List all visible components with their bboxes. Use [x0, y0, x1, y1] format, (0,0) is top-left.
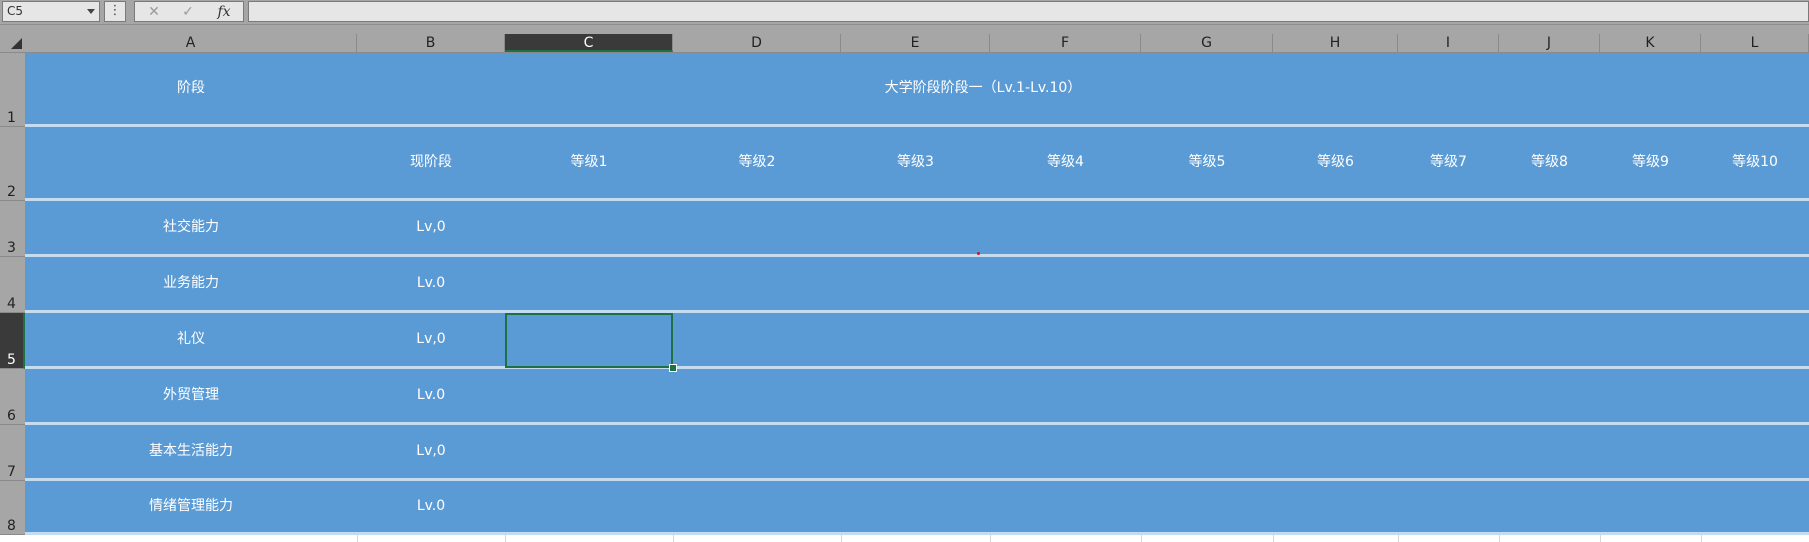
- gridline: [1600, 535, 1601, 542]
- row-header-5[interactable]: 5: [0, 313, 25, 369]
- skill-current-level-cell[interactable]: Lv.0: [357, 369, 505, 422]
- row-number: 6: [7, 408, 16, 424]
- comment-marker: [977, 252, 980, 255]
- fill-handle[interactable]: [669, 364, 677, 372]
- column-header-i[interactable]: I: [1398, 34, 1499, 52]
- cell-level-7[interactable]: 等级7: [1398, 127, 1499, 198]
- name-box[interactable]: C5: [2, 1, 100, 22]
- formula-bar: C5 ⋮ ✕ ✓ fx: [0, 0, 1809, 25]
- column-header-l[interactable]: L: [1701, 34, 1809, 52]
- cell-level-1[interactable]: 等级1: [505, 127, 673, 198]
- row-header-4[interactable]: 4: [0, 257, 25, 313]
- row-number: 3: [7, 240, 16, 256]
- skill-current-level-cell[interactable]: Lv,0: [357, 201, 505, 254]
- skill-name-cell[interactable]: 外贸管理: [25, 369, 357, 422]
- row-number: 5: [7, 352, 16, 368]
- column-headers: ABCDEFGHIJKL: [0, 34, 1809, 53]
- column-header-b[interactable]: B: [357, 34, 505, 52]
- row-number: 2: [7, 184, 16, 200]
- cell-b1-merged-title[interactable]: 大学阶段阶段一（Lv.1-Lv.10）: [357, 53, 1609, 124]
- cell-level-5[interactable]: 等级5: [1141, 127, 1273, 198]
- gridline: [1499, 535, 1500, 542]
- column-header-d[interactable]: D: [673, 34, 841, 52]
- column-header-k[interactable]: K: [1600, 34, 1701, 52]
- gridline: [1701, 535, 1702, 542]
- row-header-7[interactable]: 7: [0, 425, 25, 481]
- row-number: 7: [7, 464, 16, 480]
- gridline: [505, 535, 506, 542]
- skill-current-level-cell[interactable]: Lv.0: [357, 257, 505, 310]
- next-row-strip: [0, 535, 1809, 542]
- name-box-value: C5: [7, 4, 24, 18]
- row-header-1[interactable]: 1: [0, 53, 25, 127]
- cell-level-8[interactable]: 等级8: [1499, 127, 1600, 198]
- gridline: [673, 535, 674, 542]
- skill-current-level-cell[interactable]: Lv,0: [357, 313, 505, 366]
- gridline: [841, 535, 842, 542]
- select-all-icon: [11, 38, 22, 49]
- column-header-c[interactable]: C: [505, 34, 673, 52]
- cancel-icon[interactable]: ✕: [141, 2, 167, 22]
- cell-level-4[interactable]: 等级4: [990, 127, 1141, 198]
- gridline: [357, 535, 358, 542]
- skill-current-level-cell[interactable]: Lv.0: [357, 481, 505, 532]
- column-header-a[interactable]: A: [25, 34, 357, 52]
- gridline: [1398, 535, 1399, 542]
- gridline: [990, 535, 991, 542]
- column-header-g[interactable]: G: [1141, 34, 1273, 52]
- confirm-icon[interactable]: ✓: [175, 2, 201, 22]
- column-header-j[interactable]: J: [1499, 34, 1600, 52]
- row-header-6[interactable]: 6: [0, 369, 25, 425]
- skill-name-cell[interactable]: 社交能力: [25, 201, 357, 254]
- selected-cell-c5[interactable]: [505, 313, 673, 368]
- row-number: 1: [7, 110, 16, 126]
- toolbar-gap: [0, 25, 1809, 34]
- select-all-button[interactable]: [0, 34, 25, 52]
- more-options-icon[interactable]: ⋮: [104, 1, 126, 22]
- chevron-down-icon[interactable]: [87, 9, 95, 14]
- skill-current-level-cell[interactable]: Lv,0: [357, 425, 505, 478]
- cell-a1[interactable]: 阶段: [25, 53, 357, 124]
- column-header-f[interactable]: F: [990, 34, 1141, 52]
- column-header-h[interactable]: H: [1273, 34, 1398, 52]
- cell-level-2[interactable]: 等级2: [673, 127, 841, 198]
- column-header-e[interactable]: E: [841, 34, 990, 52]
- skill-name-cell[interactable]: 基本生活能力: [25, 425, 357, 478]
- cell-b2[interactable]: 现阶段: [357, 127, 505, 198]
- cell-level-3[interactable]: 等级3: [841, 127, 990, 198]
- row-header-8[interactable]: 8: [0, 481, 25, 535]
- gridline: [1273, 535, 1274, 542]
- insert-function-icon[interactable]: fx: [211, 2, 237, 22]
- cell-grid: 阶段 大学阶段阶段一（Lv.1-Lv.10） 现阶段 等级1 等级2 等级3 等级4 等级5 等…: [25, 53, 1809, 535]
- cell-level-6[interactable]: 等级6: [1273, 127, 1398, 198]
- gridline: [1141, 535, 1142, 542]
- row-number: 8: [7, 518, 16, 534]
- skill-name-cell[interactable]: 情绪管理能力: [25, 481, 357, 532]
- cell-level-10[interactable]: 等级10: [1701, 127, 1809, 198]
- skill-name-cell[interactable]: 礼仪: [25, 313, 357, 366]
- skill-name-cell[interactable]: 业务能力: [25, 257, 357, 310]
- row-header-2[interactable]: 2: [0, 127, 25, 201]
- formula-buttons: ✕ ✓ fx: [134, 1, 244, 22]
- formula-input[interactable]: [248, 1, 1809, 22]
- row-number: 4: [7, 296, 16, 312]
- cell-level-9[interactable]: 等级9: [1600, 127, 1701, 198]
- row-header-3[interactable]: 3: [0, 201, 25, 257]
